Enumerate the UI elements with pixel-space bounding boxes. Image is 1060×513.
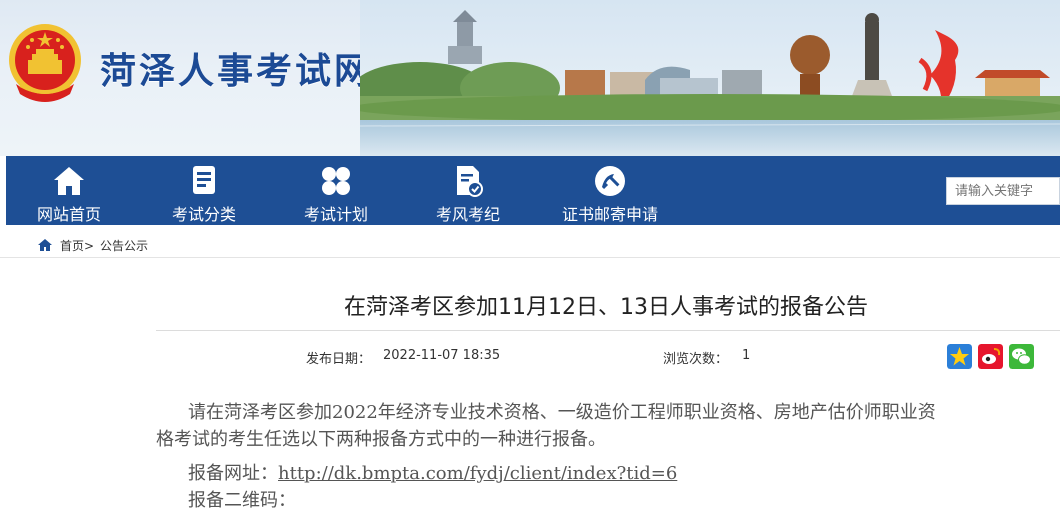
views-label: 浏览次数： (663, 352, 729, 367)
main-nav: 网站首页 考试分类 考试计划 考风考纪 证书邮寄申请 (6, 156, 1060, 225)
site-banner: 菏泽人事考试网 (0, 0, 1060, 156)
wechat-icon[interactable] (1009, 344, 1034, 369)
url-label: 报备网址： (188, 463, 278, 484)
document-list-icon (193, 166, 215, 194)
weibo-icon[interactable] (978, 344, 1003, 369)
views-count: 1 (742, 348, 751, 363)
title-divider (156, 330, 1060, 331)
body-paragraph-1-line-2: 格考试的考生任选以下两种报备方式中的一种进行报备。 (156, 429, 606, 450)
nav-item-home[interactable]: 网站首页 (9, 156, 129, 225)
nav-item-exam-category[interactable]: 考试分类 (144, 156, 264, 225)
national-emblem-icon (9, 24, 81, 102)
search-input[interactable] (946, 177, 1060, 205)
nav-item-exam-discipline[interactable]: 考风考纪 (408, 156, 528, 225)
registration-url-line: 报备网址：http://dk.bmpta.com/fydj/client/ind… (188, 460, 1054, 487)
home-icon (54, 167, 84, 195)
qzone-star-icon[interactable] (947, 344, 972, 369)
breadcrumb-current[interactable]: 公告公示 (100, 237, 148, 254)
breadcrumb-home-icon (38, 239, 52, 251)
qr-code-label: 报备二维码： (188, 490, 296, 511)
breadcrumb-home-link[interactable]: 首页> (60, 237, 94, 254)
registration-url-link[interactable]: http://dk.bmpta.com/fydj/client/index?ti… (278, 463, 677, 484)
article-title: 在菏泽考区参加11月12日、13日人事考试的报备公告 (344, 295, 868, 320)
document-check-icon (457, 166, 483, 197)
city-scenery-image (360, 0, 1060, 156)
publish-date: 2022-11-07 18:35 (383, 348, 501, 363)
site-title: 菏泽人事考试网 (100, 51, 374, 92)
publish-date-label: 发布日期： (306, 352, 372, 367)
nav-label: 考试分类 (171, 205, 236, 224)
nav-label: 考试计划 (303, 205, 368, 224)
grid-icon (322, 167, 350, 195)
breadcrumb: 首页> 公告公示 (0, 232, 1060, 258)
nav-label: 考风考纪 (435, 205, 500, 224)
nav-label: 网站首页 (36, 205, 101, 224)
nav-item-exam-plan[interactable]: 考试计划 (276, 156, 396, 225)
nav-item-certificate-mail[interactable]: 证书邮寄申请 (540, 156, 680, 225)
nav-label: 证书邮寄申请 (561, 205, 658, 224)
body-paragraph-1-line-1: 请在菏泽考区参加2022年经济专业技术资格、一级造价工程师职业资格、房地产估价师… (188, 402, 936, 423)
party-emblem-icon (595, 166, 625, 196)
